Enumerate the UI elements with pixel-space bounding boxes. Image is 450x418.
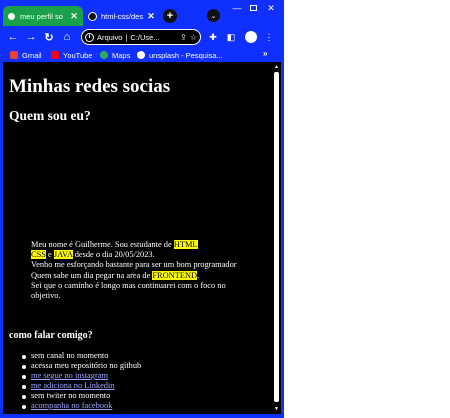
contact-text: acessa meu repositório no github (31, 361, 142, 370)
menu-icon[interactable]: ⋮ (262, 30, 276, 44)
bio-text: e (45, 250, 54, 260)
tab-title: meu perfil so (20, 11, 63, 21)
bookmarks-overflow-button[interactable]: » (263, 49, 267, 58)
list-item: sem canal no momento (22, 351, 267, 361)
contact-heading: como falar comigo? (9, 330, 93, 341)
close-tab-icon[interactable]: ✕ (69, 11, 79, 22)
back-button[interactable]: ← (6, 30, 20, 44)
bookmark-label: Gmail (22, 50, 42, 60)
youtube-icon (51, 51, 59, 59)
extensions-icon[interactable]: ✚ (206, 30, 220, 44)
list-item: acompanha no facebook (22, 401, 267, 411)
gmail-icon (10, 51, 18, 59)
security-label: Arquivo (97, 32, 123, 42)
maximize-button[interactable] (246, 2, 260, 14)
bio-line-5: Sei que o caminho é longo mas continuare… (31, 280, 226, 290)
bio-text: Quem sabe um dia pegar na area de (31, 270, 153, 280)
browser-toolbar: ← → ↻ ⌂ i Arquivo | C:/Use... ⇪ ☆ ✚ ◧ ⋮ (0, 26, 284, 48)
bio-line-3: Venho me esforçando bastante para ser um… (31, 260, 237, 270)
globe-icon (7, 11, 16, 21)
github-icon (88, 11, 97, 21)
url-text[interactable]: C:/Use... (130, 33, 177, 42)
tab-title: html-css/des (101, 11, 144, 21)
address-separator: | (125, 32, 128, 42)
list-item: me segue no instagram (22, 371, 267, 381)
bio-line-1: Meu nome é Guilherme. Sou estudante de H… (31, 240, 267, 250)
bookmarks-bar: Gmail YouTube Maps unsplash - Pesquisa..… (0, 48, 284, 62)
bio-line-4: Quem sabe um dia pegar na area de FRONTE… (31, 270, 267, 281)
tab-search-button[interactable]: ⌄ (207, 9, 220, 22)
vertical-scrollbar[interactable]: ▲ ▼ (272, 62, 281, 414)
contact-text: sem canal no momento (31, 351, 109, 360)
reload-button[interactable]: ↻ (42, 30, 56, 44)
about-heading: Quem sou eu? (9, 108, 91, 123)
bio-paragraph: Meu nome é Guilherme. Sou estudante de H… (31, 240, 267, 301)
google-icon (137, 51, 145, 59)
minimize-button[interactable]: — (230, 2, 244, 14)
bio-text: . (197, 270, 200, 280)
highlight-css: CSS (31, 250, 46, 260)
tab-meu-perfil[interactable]: meu perfil so ✕ (3, 6, 83, 26)
bookmark-unsplash[interactable]: unsplash - Pesquisa... (137, 49, 223, 61)
side-panel-icon[interactable]: ◧ (224, 30, 238, 44)
highlight-frontend: FRONTEND (152, 270, 198, 280)
tab-html-css[interactable]: html-css/des ✕ (84, 6, 160, 26)
bookmark-star-icon[interactable]: ☆ (190, 33, 197, 42)
scrollbar-thumb[interactable] (274, 72, 279, 402)
highlight-html: HTML (173, 240, 198, 249)
bookmark-gmail[interactable]: Gmail (10, 49, 42, 61)
list-item: sem twiter no momento (22, 391, 267, 401)
scroll-down-icon[interactable]: ▼ (273, 406, 280, 412)
instagram-link[interactable]: me segue no instagram (31, 371, 108, 380)
maps-icon (100, 51, 108, 59)
bio-line-6: objetivo. (31, 291, 61, 301)
new-tab-button[interactable]: + (163, 9, 177, 23)
bookmark-label: unsplash - Pesquisa... (149, 50, 223, 60)
linkedin-link[interactable]: me adiciona no Linkedin (31, 381, 115, 390)
info-icon[interactable]: i (85, 32, 94, 42)
browser-window: meu perfil so ✕ html-css/des ✕ + ⌄ — ✕ ←… (0, 0, 284, 418)
bookmark-youtube[interactable]: YouTube (51, 49, 92, 61)
page-viewport: Minhas redes socias Quem sou eu? Meu nom… (3, 62, 272, 414)
bio-line-2: CSS e JAVA desde o dia 20/05/2023. (31, 250, 267, 260)
bio-text: desde o dia 20/05/2023. (72, 250, 155, 260)
bookmark-label: YouTube (63, 50, 93, 60)
close-tab-icon[interactable]: ✕ (146, 11, 156, 22)
share-icon[interactable]: ⇪ (180, 33, 187, 42)
list-item: acessa meu repositório no github (22, 361, 267, 371)
maximize-icon (249, 5, 257, 11)
home-button[interactable]: ⌂ (60, 30, 74, 44)
address-bar[interactable]: i Arquivo | C:/Use... ⇪ ☆ (81, 29, 201, 45)
bookmark-label: Maps (112, 50, 131, 60)
facebook-link[interactable]: acompanha no facebook (31, 401, 112, 410)
forward-button[interactable]: → (24, 30, 38, 44)
list-item: me adiciona no Linkedin (22, 381, 267, 391)
highlight-java: JAVA (53, 250, 73, 260)
contact-text: sem twiter no momento (31, 391, 111, 400)
page-title: Minhas redes socias (9, 76, 171, 97)
contact-list: sem canal no momento acessa meu repositó… (22, 351, 267, 411)
tab-strip: meu perfil so ✕ html-css/des ✕ + ⌄ — ✕ (0, 0, 284, 26)
bookmark-maps[interactable]: Maps (100, 49, 130, 61)
bio-text: Meu nome é Guilherme. Sou estudante de (31, 240, 174, 249)
profile-avatar[interactable] (245, 31, 257, 43)
scroll-up-icon[interactable]: ▲ (273, 64, 280, 70)
close-window-button[interactable]: ✕ (264, 2, 278, 14)
